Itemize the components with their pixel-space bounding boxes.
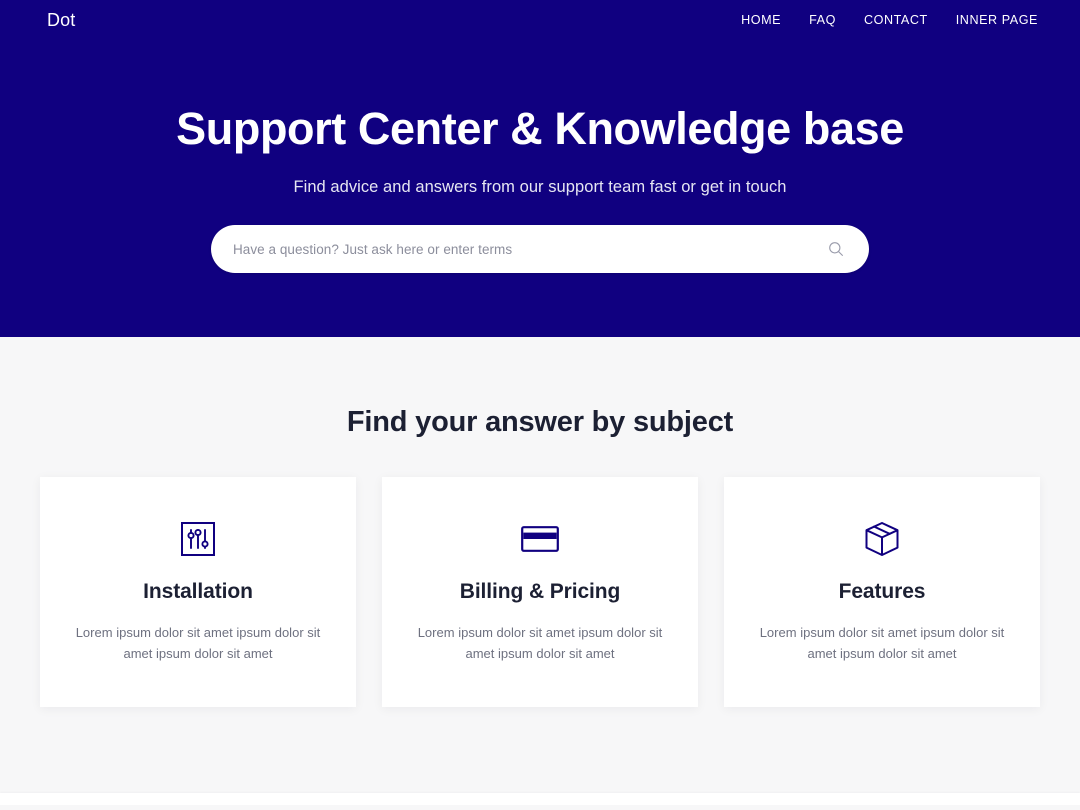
hero-title: Support Center & Knowledge base (176, 103, 904, 154)
search-icon (828, 241, 844, 257)
card-description: Lorem ipsum dolor sit amet ipsum dolor s… (759, 625, 1005, 662)
card-title: Installation (143, 579, 253, 603)
hero-subtitle: Find advice and answers from our support… (293, 178, 787, 197)
hero-content: Support Center & Knowledge base Find adv… (0, 0, 1080, 274)
subject-card-installation[interactable]: Installation Lorem ipsum dolor sit amet … (40, 476, 356, 707)
section-title: Find your answer by subject (346, 406, 734, 438)
package-box-icon (750, 521, 1014, 557)
card-description: Lorem ipsum dolor sit amet ipsum dolor s… (417, 625, 663, 662)
subject-card-billing-pricing[interactable]: Billing & Pricing Lorem ipsum dolor sit … (382, 476, 698, 707)
next-section-divider (0, 792, 1080, 805)
card-description: Lorem ipsum dolor sit amet ipsum dolor s… (75, 625, 321, 662)
subjects-section: Find your answer by subject Installation… (0, 337, 1080, 805)
subject-cards: Installation Lorem ipsum dolor sit amet … (40, 440, 1040, 707)
subject-card-features[interactable]: Features Lorem ipsum dolor sit amet ipsu… (724, 476, 1040, 707)
credit-card-icon (408, 521, 672, 557)
card-title: Features (838, 579, 926, 603)
search-submit-button[interactable] (825, 238, 847, 260)
hero-section: Dot HOME FAQ CONTACT INNER PAGE Support … (0, 0, 1080, 337)
sliders-icon (66, 521, 330, 557)
search-input[interactable] (233, 225, 825, 274)
card-title: Billing & Pricing (459, 579, 621, 603)
search-bar[interactable] (211, 225, 869, 274)
